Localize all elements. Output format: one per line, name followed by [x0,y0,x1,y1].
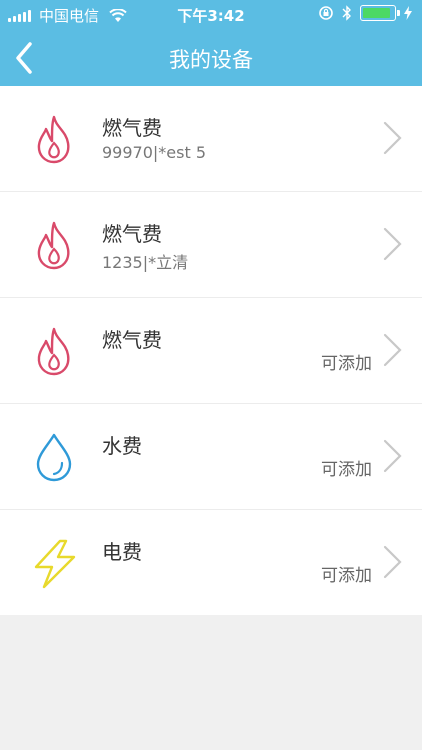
chevron-right-icon [383,333,402,367]
flame-icon [37,115,70,164]
chevron-right-icon [383,439,402,473]
device-name: 燃气费 [102,116,162,140]
flame-icon [37,221,70,270]
status-bar: 中国电信 下午3:42 [0,0,422,28]
bluetooth-icon [342,5,351,21]
device-account: 99970|*est 5 [102,143,207,162]
device-account: 1235|*立清 [102,253,189,272]
chevron-right-icon [383,227,402,261]
addable-label: 可添加 [321,354,372,374]
device-row-gas-1[interactable]: 燃气费 99970|*est 5 [0,86,422,192]
app-header: 中国电信 下午3:42 我的设备 [0,0,422,86]
flame-icon [37,327,70,376]
device-list: 燃气费 99970|*est 5 燃气费 1235|*立清 燃气费 可添加 水费… [0,86,422,615]
addable-label: 可添加 [321,460,372,480]
device-row-gas-2[interactable]: 燃气费 1235|*立清 [0,192,422,298]
device-name: 水费 [102,434,142,458]
navigation-bar: 我的设备 [0,30,422,86]
device-name: 燃气费 [102,328,162,352]
device-row-electricity[interactable]: 电费 可添加 [0,510,422,615]
rotation-lock-icon [319,6,333,20]
device-row-water[interactable]: 水费 可添加 [0,404,422,510]
chevron-right-icon [383,545,402,579]
lightning-icon [34,539,76,589]
device-name: 燃气费 [102,222,162,246]
device-name: 电费 [102,540,142,564]
addable-label: 可添加 [321,566,372,586]
device-row-gas-3[interactable]: 燃气费 可添加 [0,298,422,404]
chevron-right-icon [383,121,402,155]
charging-icon [404,6,412,20]
water-drop-icon [36,433,72,482]
page-title: 我的设备 [169,48,253,72]
battery-icon [360,5,400,21]
